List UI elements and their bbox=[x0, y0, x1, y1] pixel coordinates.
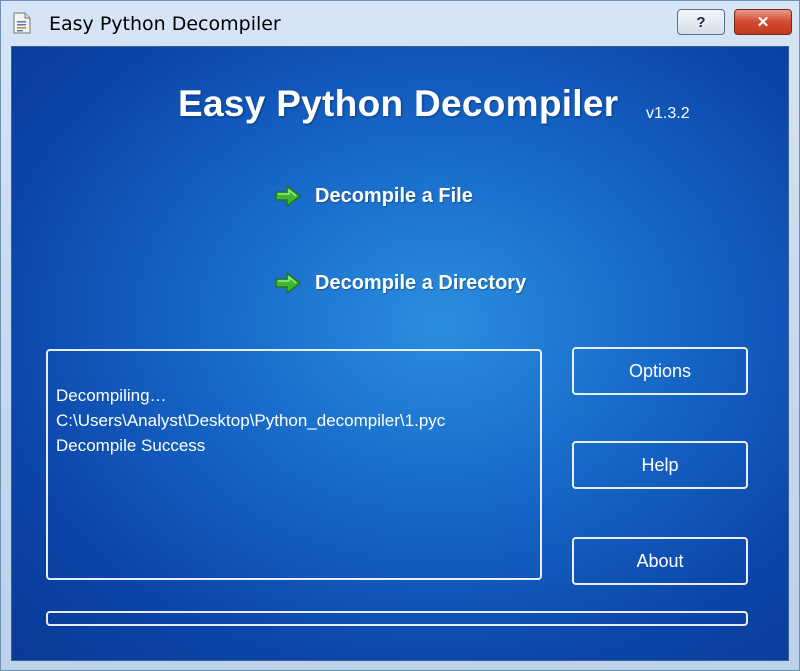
main-panel: Easy Python Decompiler v1.3.2 Decompile … bbox=[11, 46, 789, 661]
green-arrow-icon bbox=[275, 271, 301, 295]
decompile-directory-label: Decompile a Directory bbox=[315, 271, 527, 294]
decompile-file-label: Decompile a File bbox=[315, 184, 473, 207]
title-bar[interactable]: Easy Python Decompiler ? ✕ bbox=[1, 1, 799, 47]
decompile-directory-link[interactable]: Decompile a Directory bbox=[274, 271, 526, 295]
version-label: v1.3.2 bbox=[646, 105, 690, 122]
log-line: C:\Users\Analyst\Desktop\Python_decompil… bbox=[56, 411, 446, 430]
window-title: Easy Python Decompiler bbox=[49, 13, 281, 35]
options-button[interactable]: Options bbox=[572, 347, 748, 395]
log-output[interactable]: Decompiling… C:\Users\Analyst\Desktop\Py… bbox=[46, 349, 542, 580]
document-icon bbox=[13, 12, 31, 34]
window-close-button[interactable]: ✕ bbox=[734, 9, 792, 35]
app-title: Easy Python Decompiler bbox=[178, 83, 619, 124]
about-button[interactable]: About bbox=[572, 537, 748, 585]
log-line: Decompiling… bbox=[56, 386, 167, 405]
app-window: Easy Python Decompiler ? ✕ Easy Python D… bbox=[0, 0, 800, 671]
decompile-file-link[interactable]: Decompile a File bbox=[274, 184, 473, 208]
help-button[interactable]: Help bbox=[572, 441, 748, 489]
log-line: Decompile Success bbox=[56, 436, 206, 455]
green-arrow-icon bbox=[275, 184, 301, 208]
progress-bar bbox=[46, 611, 748, 626]
window-help-button[interactable]: ? bbox=[677, 9, 725, 35]
